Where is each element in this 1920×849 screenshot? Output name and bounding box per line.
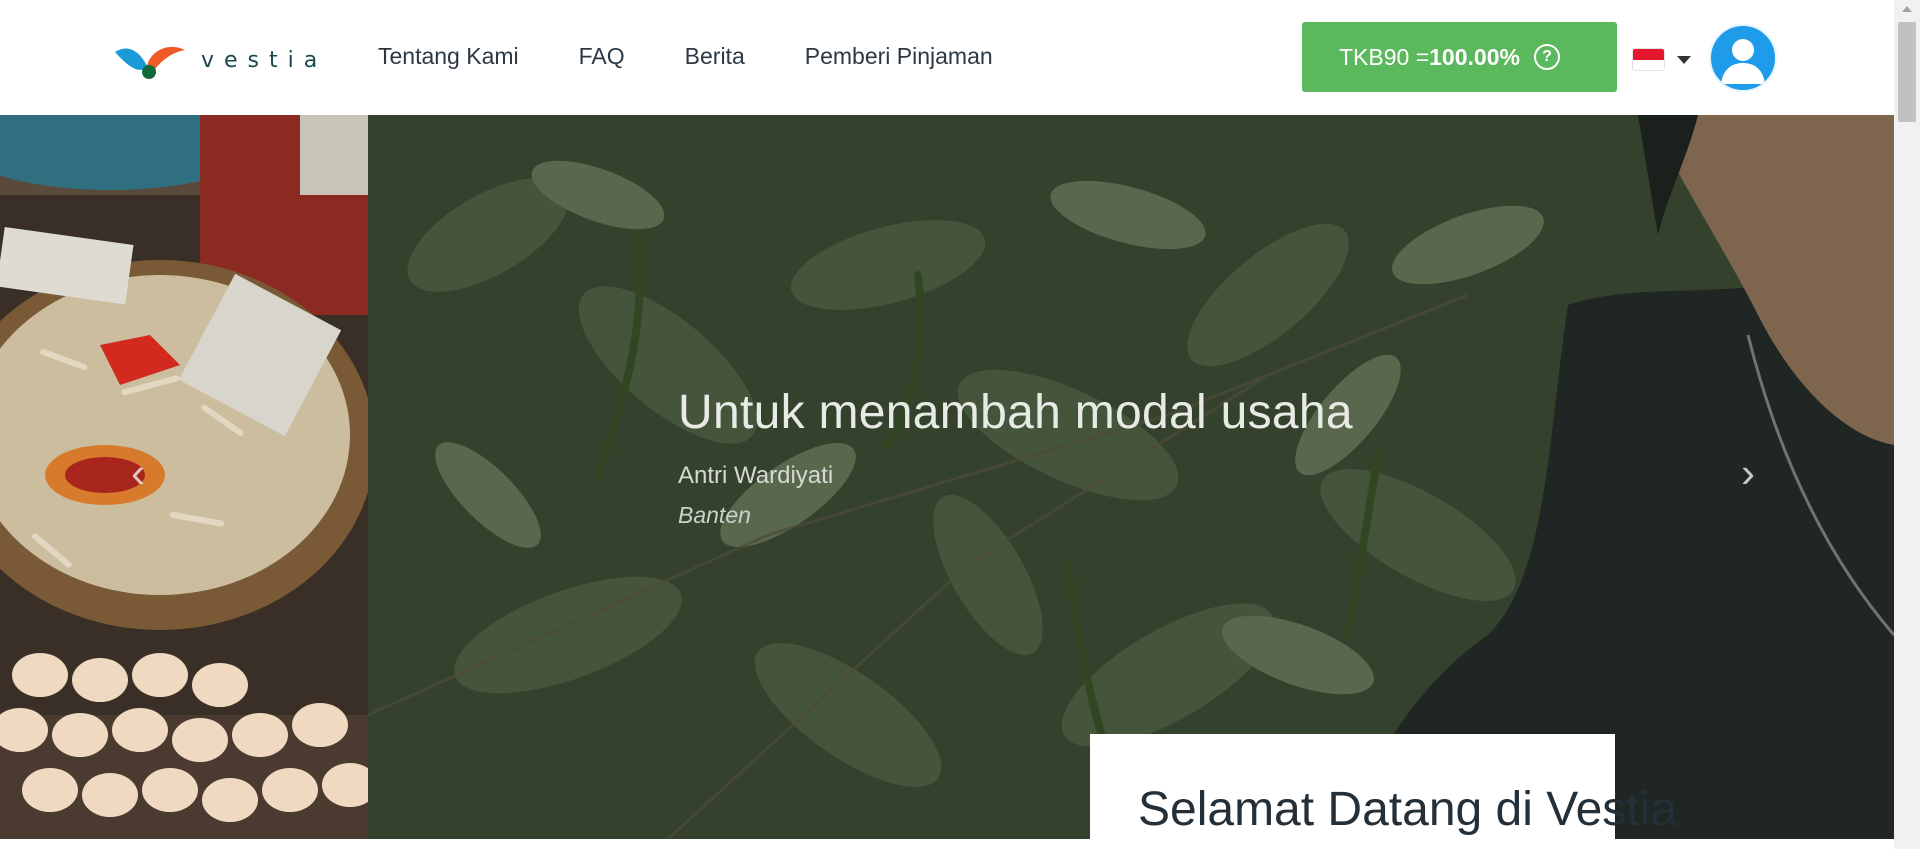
nav-pemberi-pinjaman[interactable]: Pemberi Pinjaman: [805, 43, 993, 70]
welcome-card: Selamat Datang di Vestia: [1090, 734, 1677, 849]
testimonial-quote: Untuk menambah modal usaha: [678, 386, 1353, 439]
carousel-slide-market-image: [0, 115, 368, 839]
vestia-logo[interactable]: vestia: [113, 38, 327, 82]
vestia-logo-icon: [115, 46, 185, 79]
tkb90-button[interactable]: TKB90 = 100.00% ?: [1302, 22, 1617, 92]
market-photo: [0, 115, 368, 839]
welcome-title: Selamat Datang di Vestia: [1138, 783, 1677, 836]
tkb-value: 100.00%: [1429, 43, 1520, 70]
scroll-up-arrow-icon[interactable]: [1902, 6, 1912, 12]
nav-faq[interactable]: FAQ: [579, 43, 625, 70]
vertical-scrollbar[interactable]: [1894, 0, 1920, 849]
chevron-left-icon[interactable]: ‹: [118, 445, 158, 501]
logo-text: vestia: [201, 47, 328, 73]
language-selector[interactable]: [1632, 48, 1691, 71]
chevron-right-icon[interactable]: ›: [1728, 445, 1768, 501]
scroll-thumb[interactable]: [1898, 22, 1916, 122]
nav-tentang-kami[interactable]: Tentang Kami: [378, 43, 519, 70]
caret-down-icon: [1677, 55, 1691, 64]
tkb-prefix: TKB90 =: [1339, 43, 1430, 70]
nav-berita[interactable]: Berita: [685, 43, 745, 70]
hero-carousel: Untuk menambah modal usaha Antri Wardiya…: [0, 115, 1894, 839]
indonesia-flag-icon: [1632, 48, 1665, 71]
top-header: vestia Tentang Kami FAQ Berita Pemberi P…: [0, 0, 1894, 115]
user-silhouette-icon: [1721, 39, 1765, 84]
testimonial-name: Antri Wardiyati: [678, 462, 834, 489]
question-circle-icon[interactable]: ?: [1533, 44, 1560, 70]
carousel-caption: Untuk menambah modal usaha Antri Wardiya…: [678, 385, 1353, 529]
user-avatar-icon[interactable]: [1709, 24, 1777, 92]
testimonial-city: Banten: [678, 502, 751, 528]
main-nav: Tentang Kami FAQ Berita Pemberi Pinjaman: [378, 43, 1053, 70]
